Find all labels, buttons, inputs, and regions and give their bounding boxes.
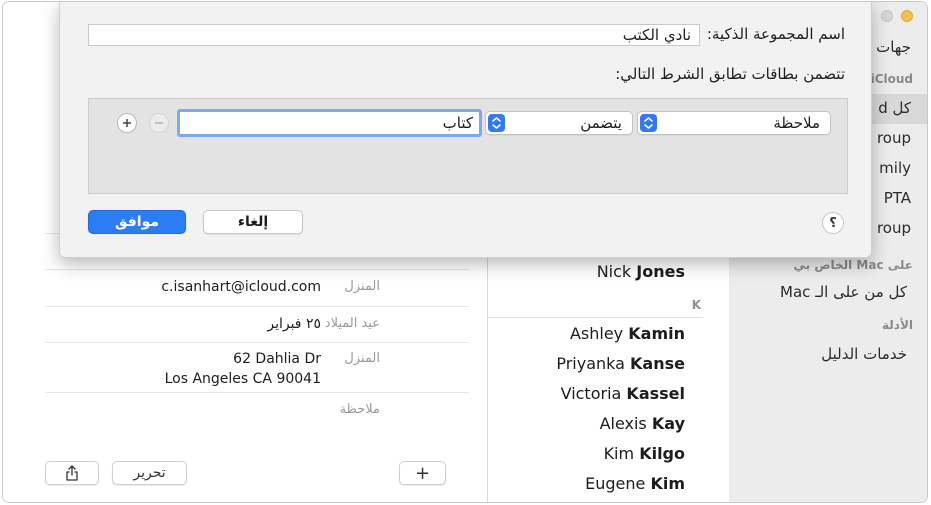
contact-first-name: Eugene bbox=[585, 474, 646, 493]
plus-icon bbox=[123, 119, 131, 127]
help-button[interactable]: ؟ bbox=[822, 212, 844, 234]
detail-divider bbox=[45, 392, 469, 393]
cancel-button[interactable]: إلغاء bbox=[203, 210, 303, 234]
remove-rule-button[interactable] bbox=[149, 113, 169, 133]
address-line-1[interactable]: 62 Dahlia Dr bbox=[233, 349, 321, 369]
add-contact-button[interactable]: + bbox=[399, 461, 446, 485]
sidebar-item-all-on-mac[interactable]: كل من على الـ Mac bbox=[780, 283, 907, 301]
contact-last-name: Kim bbox=[650, 474, 685, 493]
operator-popup-value: يتضمن bbox=[580, 114, 622, 132]
sidebar-header-directories: الأدلة bbox=[882, 318, 913, 332]
sidebar-header-icloud: iCloud bbox=[870, 72, 913, 86]
field-popup[interactable]: ملاحظة bbox=[637, 111, 831, 135]
sidebar-header-on-my-mac: على Mac الخاص بي bbox=[793, 258, 914, 272]
contact-last-name: Kay bbox=[651, 414, 685, 433]
list-item[interactable]: Priyanka Kanse bbox=[556, 354, 685, 373]
detail-divider bbox=[45, 306, 469, 307]
smart-group-dialog: اسم المجموعة الذكية: نادي الكتب تتضمن بط… bbox=[59, 2, 872, 258]
contact-first-name: Victoria bbox=[560, 384, 622, 403]
edit-button[interactable]: تحرير bbox=[112, 461, 187, 485]
contact-first-name: Priyanka bbox=[556, 354, 625, 373]
list-item[interactable]: Alexis Kay bbox=[600, 414, 685, 433]
ok-button[interactable]: موافق bbox=[88, 210, 186, 234]
contacts-window: جهات iCloud كل d roup mily PTA roup على … bbox=[2, 1, 928, 503]
address-line-2[interactable]: Los Angeles CA 90041 bbox=[165, 369, 321, 389]
minus-icon bbox=[155, 122, 163, 124]
contact-first-name: Alexis bbox=[599, 414, 647, 433]
sidebar-item-contacts[interactable]: جهات bbox=[876, 38, 911, 56]
condition-label: تتضمن بطاقات تطابق الشرط التالي: bbox=[615, 65, 845, 83]
chevron-updown-icon bbox=[640, 114, 657, 132]
minimize-window-button[interactable] bbox=[901, 10, 913, 22]
contact-last-name: Jones bbox=[636, 262, 685, 281]
add-rule-button[interactable] bbox=[117, 113, 137, 133]
sidebar-item-group-1[interactable]: roup bbox=[877, 129, 911, 147]
contact-last-name: Kilgo bbox=[639, 444, 685, 463]
sidebar-item-family[interactable]: mily bbox=[879, 159, 911, 177]
value-input[interactable]: كتاب bbox=[177, 109, 482, 137]
contact-last-name: Kassel bbox=[626, 384, 685, 403]
email-label: المنزل bbox=[344, 279, 380, 294]
list-item[interactable]: Ashley Kamin bbox=[570, 324, 685, 343]
birthday-label: عيد الميلاد bbox=[324, 316, 380, 331]
rule-editor: ملاحظة يتضمن كتاب bbox=[88, 98, 848, 194]
contact-first-name: Kim bbox=[603, 444, 635, 463]
contact-first-name: Ashley bbox=[569, 324, 624, 343]
operator-popup[interactable]: يتضمن bbox=[485, 111, 633, 135]
contact-first-name: Nick bbox=[596, 262, 632, 281]
list-item[interactable]: Kim Kilgo bbox=[604, 444, 685, 463]
section-header-letter: K bbox=[691, 298, 701, 312]
close-window-button[interactable] bbox=[881, 10, 893, 22]
plus-icon: + bbox=[414, 462, 431, 484]
share-icon bbox=[66, 465, 78, 481]
detail-divider bbox=[45, 342, 469, 343]
window-controls bbox=[881, 10, 913, 22]
sidebar-item-directory-services[interactable]: خدمات الدليل bbox=[821, 345, 907, 363]
email-value[interactable]: c.isanhart@icloud.com bbox=[161, 277, 321, 297]
contact-last-name: Kanse bbox=[630, 354, 685, 373]
birthday-value: ٢٥ فبراير bbox=[267, 316, 321, 332]
list-item[interactable]: Victoria Kassel bbox=[561, 384, 685, 403]
field-popup-value: ملاحظة bbox=[773, 114, 820, 132]
list-item[interactable]: Eugene Kim bbox=[585, 474, 685, 493]
detail-divider bbox=[45, 269, 469, 270]
contact-last-name: Kamin bbox=[628, 324, 685, 343]
sidebar-item-all-icloud[interactable]: كل d bbox=[878, 99, 911, 117]
chevron-updown-icon bbox=[488, 114, 505, 132]
share-button[interactable] bbox=[45, 461, 99, 485]
address-label: المنزل bbox=[344, 351, 380, 366]
list-item[interactable]: Nick Jones bbox=[597, 262, 685, 281]
section-divider bbox=[488, 317, 703, 318]
group-name-input[interactable]: نادي الكتب bbox=[88, 24, 700, 46]
sidebar-item-pta[interactable]: PTA bbox=[884, 189, 911, 207]
sidebar-item-group-2[interactable]: roup bbox=[877, 219, 911, 237]
group-name-label: اسم المجموعة الذكية: bbox=[706, 25, 845, 43]
note-label: ملاحظة bbox=[339, 402, 380, 417]
